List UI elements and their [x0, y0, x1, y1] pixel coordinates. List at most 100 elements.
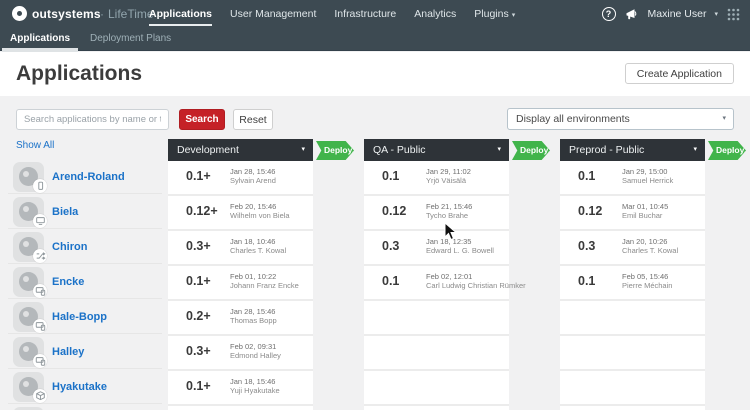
- row-separator: [364, 369, 509, 371]
- search-button[interactable]: Search: [179, 109, 225, 130]
- row-separator: [8, 263, 162, 264]
- nav-item-user-management[interactable]: User Management: [221, 0, 325, 28]
- chevron-down-icon: ▾: [497, 146, 501, 153]
- version-meta: Jan 29, 11:02 Yrjö Väisälä: [426, 167, 471, 185]
- row-separator: [364, 229, 509, 231]
- app-link-biela[interactable]: Biela: [52, 206, 78, 218]
- deploy-button-2[interactable]: Deploy...: [512, 141, 550, 160]
- row-separator: [168, 404, 313, 406]
- user-menu[interactable]: Maxine User ▾: [648, 8, 718, 20]
- show-all-link[interactable]: Show All: [16, 140, 54, 151]
- version-meta: Jan 28, 15:46 Sylvain Arend: [230, 167, 276, 185]
- nav-right: ? Maxine User ▾: [601, 0, 740, 28]
- env-header-development[interactable]: Development ▾: [168, 139, 313, 161]
- brand-separator: ·: [100, 7, 104, 21]
- env-header-qa-public[interactable]: QA - Public ▾: [364, 139, 509, 161]
- row-separator: [560, 264, 705, 266]
- version-date: Feb 20, 15:46: [230, 202, 277, 211]
- app-link-hale-bopp[interactable]: Hale-Bopp: [52, 311, 107, 323]
- version-date: Mar 01, 10:45: [622, 202, 669, 211]
- version-date: Jan 20, 10:26: [622, 237, 668, 246]
- chevron-down-icon: ▾: [722, 115, 726, 122]
- row-separator: [168, 229, 313, 231]
- monitor-icon: [33, 214, 47, 228]
- environment-filter-select[interactable]: Display all environments ▾: [507, 108, 734, 130]
- devices-icon: [33, 354, 47, 368]
- subnav-item-deployment-plans[interactable]: Deployment Plans: [80, 29, 181, 52]
- deploy-button-1[interactable]: Deploy...: [316, 141, 354, 160]
- row-separator: [8, 403, 162, 404]
- version-meta: Jan 18, 10:46 Charles T. Kowal: [230, 237, 286, 255]
- nav-item-plugins[interactable]: Plugins ▾: [465, 0, 524, 28]
- lifetime-applications-screen: outsystems · LifeTime Applications User M…: [0, 0, 750, 410]
- app-link-hyakutake[interactable]: Hyakutake: [52, 381, 107, 393]
- version-meta: Jan 20, 10:26 Charles T. Kowal: [622, 237, 678, 255]
- app-link-halley[interactable]: Halley: [52, 346, 84, 358]
- row-separator: [364, 299, 509, 301]
- reset-button[interactable]: Reset: [233, 109, 273, 130]
- row-separator: [168, 264, 313, 266]
- search-input[interactable]: [16, 109, 169, 130]
- version-author: Pierre Méchain: [622, 281, 673, 290]
- outsystems-logo-icon: [12, 6, 27, 21]
- version-author: Charles T. Kowal: [622, 246, 679, 255]
- app-link-encke[interactable]: Encke: [52, 276, 84, 288]
- row-separator: [560, 299, 705, 301]
- version-author: Emil Buchar: [622, 211, 663, 220]
- version-author: Edward L. G. Bowell: [426, 246, 494, 255]
- row-separator: [364, 264, 509, 266]
- row-separator: [560, 369, 705, 371]
- subnav-item-applications[interactable]: Applications: [0, 29, 80, 52]
- version-date: Jan 18, 10:46: [230, 237, 276, 246]
- page-title: Applications: [16, 62, 143, 85]
- version-tag: 0.1: [578, 169, 596, 183]
- apps-grid-icon[interactable]: [727, 8, 740, 21]
- row-separator: [8, 368, 162, 369]
- nav-item-applications[interactable]: Applications: [140, 0, 221, 28]
- chevron-down-icon: ▾: [693, 146, 697, 153]
- version-meta: Feb 02, 12:01 Carl Ludwig Christian Rümke…: [426, 272, 526, 290]
- env-header-preprod-public[interactable]: Preprod - Public ▾: [560, 139, 705, 161]
- version-date: Feb 01, 10:22: [230, 272, 277, 281]
- app-icon: [13, 232, 47, 263]
- nav-item-infrastructure[interactable]: Infrastructure: [325, 0, 405, 28]
- chevron-down-icon: ▾: [301, 146, 305, 153]
- row-separator: [364, 334, 509, 336]
- row-separator: [8, 333, 162, 334]
- devices-icon: [33, 319, 47, 333]
- app-link-arend-roland[interactable]: Arend-Roland: [52, 171, 125, 183]
- row-separator: [168, 194, 313, 196]
- version-meta: Jan 18, 12:35 Edward L. G. Bowell: [426, 237, 494, 255]
- nav-item-analytics[interactable]: Analytics: [405, 0, 465, 28]
- announcements-icon[interactable]: [625, 8, 639, 21]
- version-meta: Feb 20, 15:46 Wilhelm von Biela: [230, 202, 290, 220]
- version-tag: 0.1: [382, 169, 400, 183]
- row-separator: [8, 193, 162, 194]
- app-link-chiron[interactable]: Chiron: [52, 241, 87, 253]
- version-author: Samuel Herrick: [622, 176, 674, 185]
- version-tag: 0.1+: [186, 274, 211, 288]
- chevron-down-icon: ▾: [714, 11, 718, 18]
- shuffle-icon: [33, 249, 47, 263]
- version-date: Jan 18, 15:46: [230, 377, 276, 386]
- version-tag: 0.3+: [186, 344, 211, 358]
- version-author: Yuji Hyakutake: [230, 386, 280, 395]
- deploy-button-3[interactable]: Deploy...: [708, 141, 746, 160]
- version-meta: Feb 21, 15:46 Tycho Brahe: [426, 202, 472, 220]
- app-icon: [13, 372, 47, 403]
- version-meta: Jan 29, 15:00 Samuel Herrick: [622, 167, 673, 185]
- version-meta: Jan 18, 15:46 Yuji Hyakutake: [230, 377, 280, 395]
- app-icon: [13, 197, 47, 228]
- help-icon[interactable]: ?: [601, 7, 616, 21]
- version-meta: Feb 01, 10:22 Johann Franz Encke: [230, 272, 299, 290]
- version-meta: Mar 01, 10:45 Emil Buchar: [622, 202, 668, 220]
- sub-navbar: Applications Deployment Plans: [0, 28, 750, 52]
- create-application-button[interactable]: Create Application: [624, 63, 734, 84]
- version-author: Charles T. Kowal: [230, 246, 287, 255]
- version-date: Jan 29, 11:02: [426, 167, 471, 176]
- user-name: Maxine User: [647, 8, 707, 20]
- version-author: Carl Ludwig Christian Rümker: [426, 281, 526, 290]
- version-author: Thomas Bopp: [230, 316, 277, 325]
- version-author: Johann Franz Encke: [230, 281, 299, 290]
- main-menu: Applications User Management Infrastructur…: [140, 0, 524, 28]
